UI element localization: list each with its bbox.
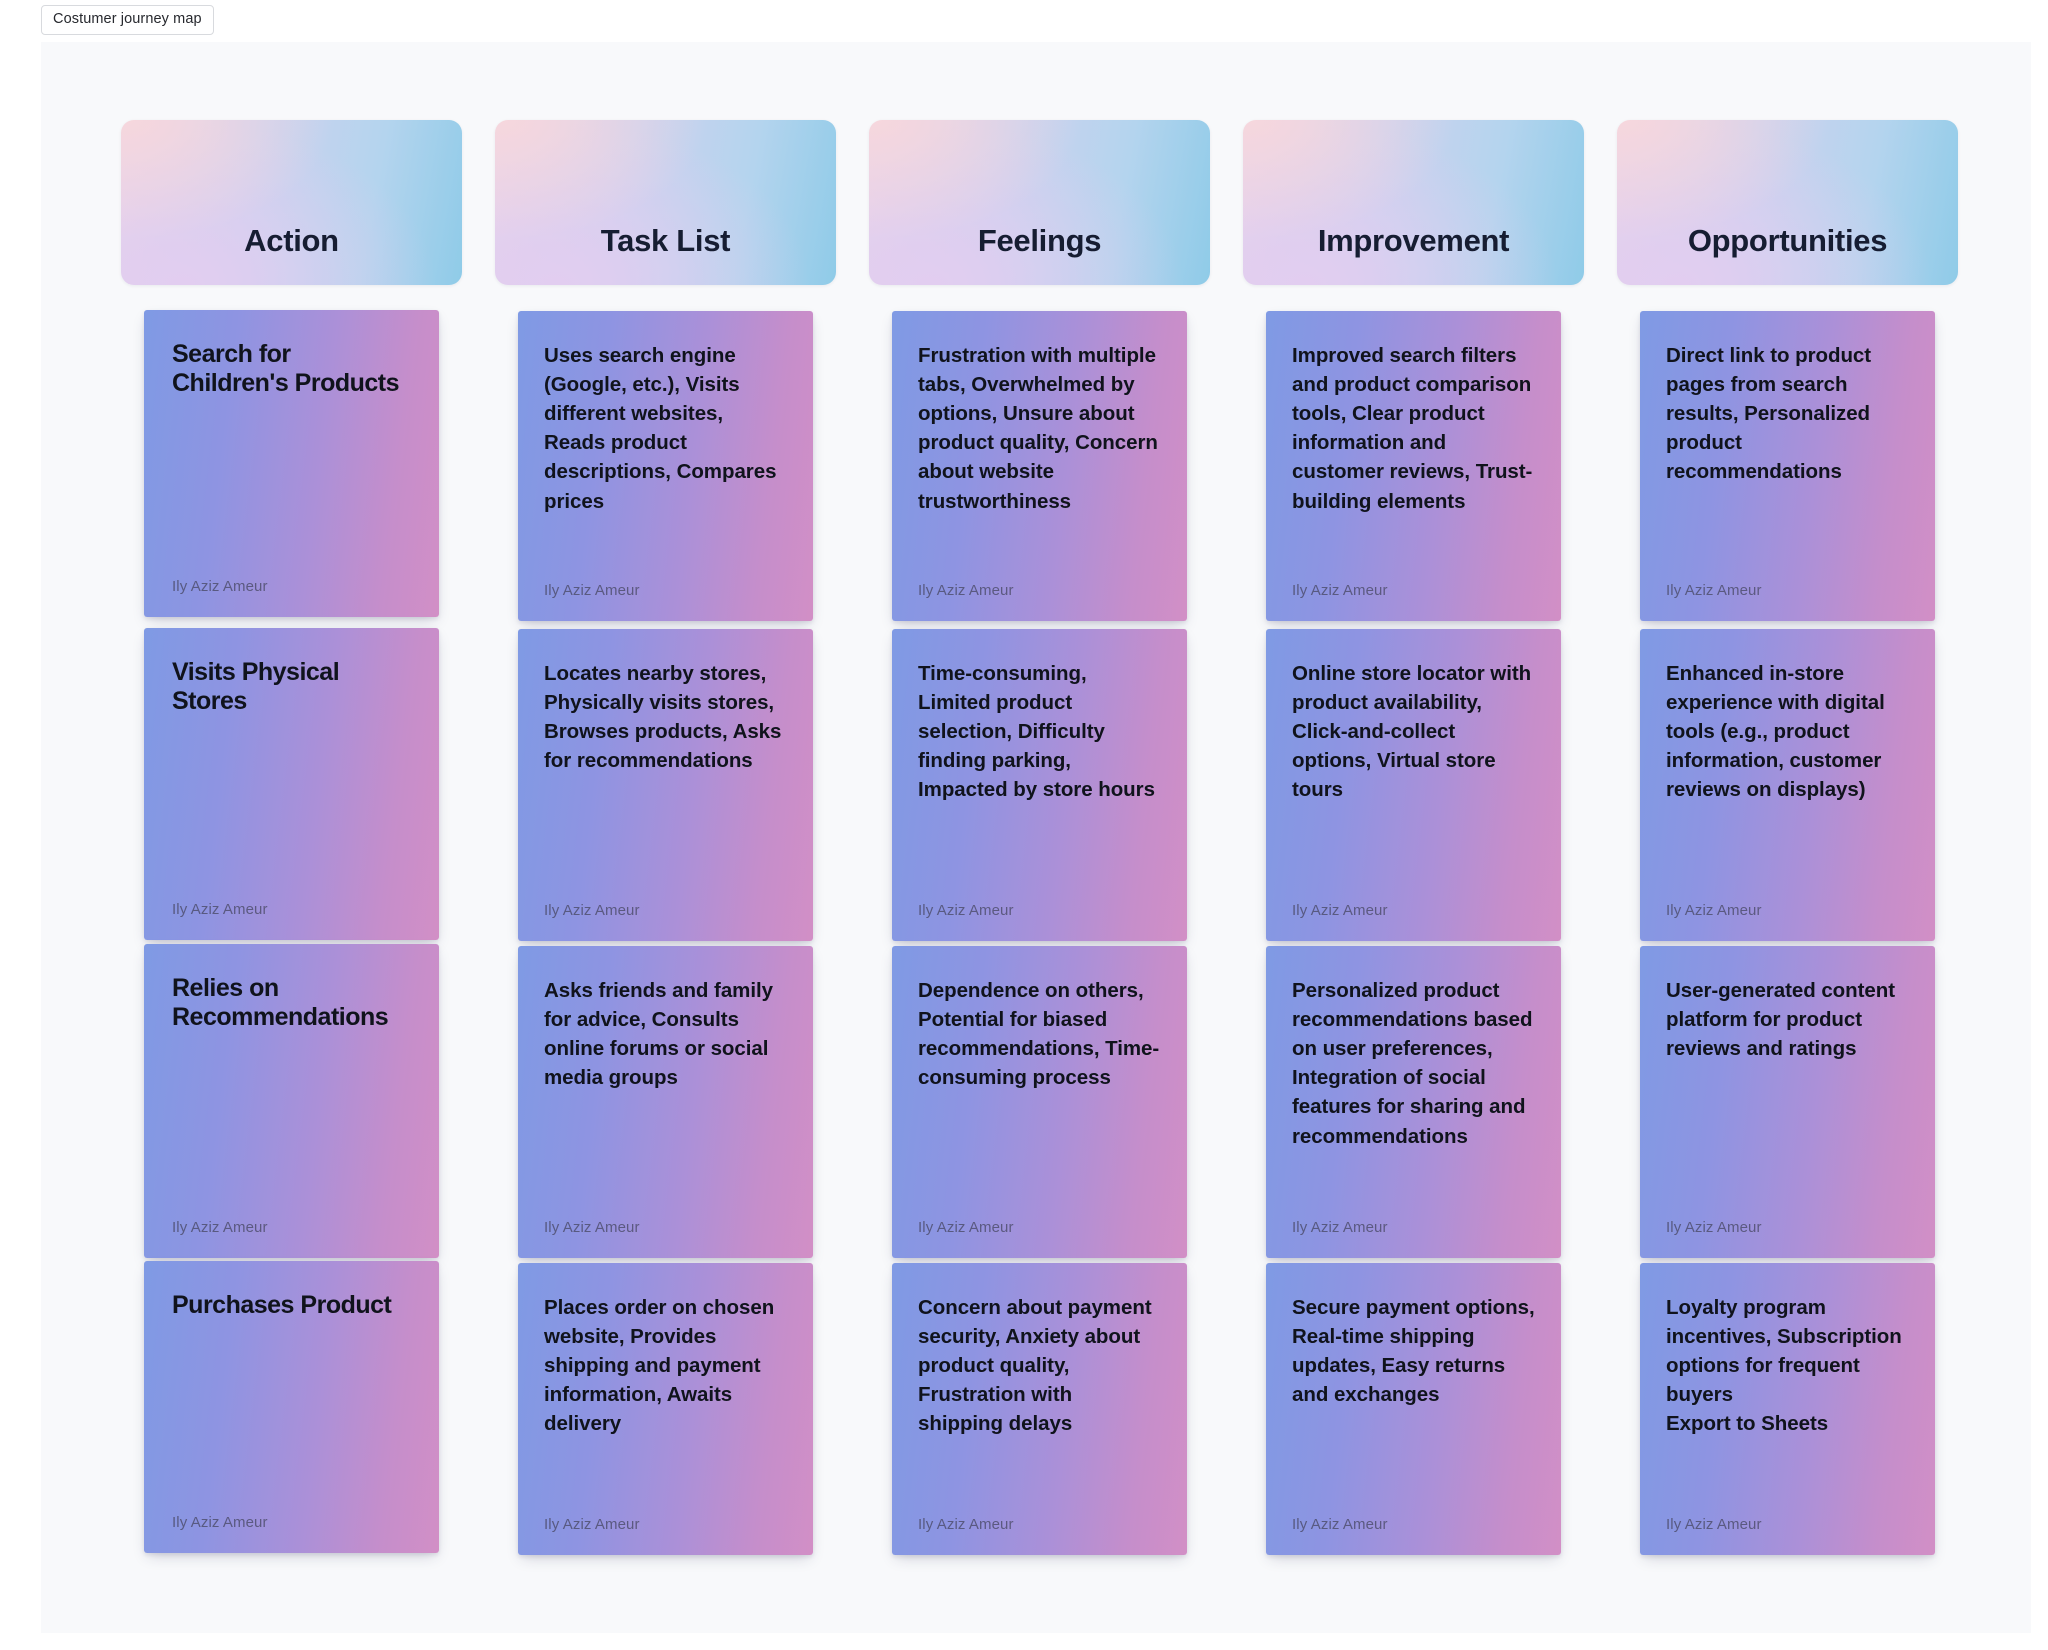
note-author: Ily Aziz Ameur — [918, 582, 1014, 599]
note-text: Concern about payment security, Anxiety … — [918, 1296, 1152, 1436]
note-author: Ily Aziz Ameur — [918, 1516, 1014, 1533]
note-card-opportunities-3[interactable]: User-generated content platform for prod… — [1640, 946, 1935, 1258]
note-text: Loyalty program incentives, Subscription… — [1666, 1296, 1902, 1436]
column-title: Opportunities — [1687, 223, 1888, 258]
column-header-opportunities[interactable]: Opportunities — [1617, 120, 1958, 285]
note-text: Improved search filters and product comp… — [1292, 344, 1533, 513]
note-card-feelings-4[interactable]: Concern about payment security, Anxiety … — [892, 1263, 1187, 1555]
note-author: Ily Aziz Ameur — [172, 578, 268, 595]
note-author: Ily Aziz Ameur — [544, 582, 640, 599]
note-author: Ily Aziz Ameur — [172, 1219, 268, 1236]
column-header-task-list[interactable]: Task List — [495, 120, 836, 285]
note-author: Ily Aziz Ameur — [544, 902, 640, 919]
note-author: Ily Aziz Ameur — [1292, 582, 1388, 599]
note-card-feelings-1[interactable]: Frustration with multiple tabs, Overwhel… — [892, 311, 1187, 621]
note-author: Ily Aziz Ameur — [1666, 1219, 1762, 1236]
journey-map-screen: Costumer journey map Action Task List Fe… — [0, 0, 2048, 1650]
note-author: Ily Aziz Ameur — [1292, 1219, 1388, 1236]
column-title: Action — [244, 223, 339, 258]
note-card-improvement-1[interactable]: Improved search filters and product comp… — [1266, 311, 1561, 621]
journey-board: Action Task List Feelings Improvement Op… — [121, 120, 1977, 1555]
column-header-improvement[interactable]: Improvement — [1243, 120, 1584, 285]
note-text: User-generated content platform for prod… — [1666, 979, 1896, 1061]
board-canvas[interactable]: Action Task List Feelings Improvement Op… — [41, 42, 2031, 1633]
note-author: Ily Aziz Ameur — [918, 902, 1014, 919]
note-author: Ily Aziz Ameur — [544, 1516, 640, 1533]
note-card-task-list-1[interactable]: Uses search engine (Google, etc.), Visit… — [518, 311, 813, 621]
note-author: Ily Aziz Ameur — [172, 1514, 268, 1531]
note-text: Online store locator with product availa… — [1292, 662, 1532, 802]
note-text: Purchases Product — [172, 1291, 392, 1319]
note-card-opportunities-1[interactable]: Direct link to product pages from search… — [1640, 311, 1935, 621]
note-text: Time-consuming, Limited product selectio… — [918, 662, 1155, 802]
note-text: Relies on Recommendations — [172, 974, 389, 1031]
note-text: Enhanced in-store experience with digita… — [1666, 662, 1885, 802]
note-text: Visits Physical Stores — [172, 658, 340, 715]
note-card-task-list-3[interactable]: Asks friends and family for advice, Cons… — [518, 946, 813, 1258]
column-title: Feelings — [977, 223, 1102, 258]
note-author: Ily Aziz Ameur — [544, 1219, 640, 1236]
note-card-feelings-3[interactable]: Dependence on others, Potential for bias… — [892, 946, 1187, 1258]
column-header-action[interactable]: Action — [121, 120, 462, 285]
note-card-feelings-2[interactable]: Time-consuming, Limited product selectio… — [892, 629, 1187, 941]
column-header-row: Action Task List Feelings Improvement Op… — [121, 120, 1977, 285]
note-author: Ily Aziz Ameur — [1292, 1516, 1388, 1533]
note-text: Places order on chosen website, Provides… — [544, 1296, 775, 1436]
note-author: Ily Aziz Ameur — [172, 901, 268, 918]
note-author: Ily Aziz Ameur — [1666, 582, 1762, 599]
note-card-improvement-4[interactable]: Secure payment options, Real-time shippi… — [1266, 1263, 1561, 1555]
note-text: Uses search engine (Google, etc.), Visit… — [544, 344, 777, 513]
note-card-action-1[interactable]: Search for Children's Products Ily Aziz … — [144, 310, 439, 617]
note-text: Secure payment options, Real-time shippi… — [1292, 1296, 1535, 1407]
column-title: Task List — [600, 223, 731, 258]
note-text: Asks friends and family for advice, Cons… — [544, 979, 773, 1090]
note-author: Ily Aziz Ameur — [1292, 902, 1388, 919]
document-title-chip[interactable]: Costumer journey map — [41, 5, 214, 35]
note-card-task-list-4[interactable]: Places order on chosen website, Provides… — [518, 1263, 813, 1555]
note-card-improvement-2[interactable]: Online store locator with product availa… — [1266, 629, 1561, 941]
top-bar: Costumer journey map — [0, 0, 2048, 42]
note-text: Locates nearby stores, Physically visits… — [544, 662, 782, 773]
note-card-action-2[interactable]: Visits Physical Stores Ily Aziz Ameur — [144, 628, 439, 940]
note-author: Ily Aziz Ameur — [1666, 1516, 1762, 1533]
note-card-improvement-3[interactable]: Personalized product recommendations bas… — [1266, 946, 1561, 1258]
note-text: Search for Children's Products — [172, 340, 400, 397]
note-text: Dependence on others, Potential for bias… — [918, 979, 1160, 1090]
note-card-action-3[interactable]: Relies on Recommendations Ily Aziz Ameur — [144, 944, 439, 1258]
note-card-action-4[interactable]: Purchases Product Ily Aziz Ameur — [144, 1261, 439, 1553]
column-header-feelings[interactable]: Feelings — [869, 120, 1210, 285]
column-title: Improvement — [1317, 223, 1510, 258]
note-author: Ily Aziz Ameur — [1666, 902, 1762, 919]
note-author: Ily Aziz Ameur — [918, 1219, 1014, 1236]
note-card-opportunities-4[interactable]: Loyalty program incentives, Subscription… — [1640, 1263, 1935, 1555]
note-card-task-list-2[interactable]: Locates nearby stores, Physically visits… — [518, 629, 813, 941]
note-text: Direct link to product pages from search… — [1666, 344, 1872, 484]
note-text: Personalized product recommendations bas… — [1292, 979, 1533, 1148]
note-text: Frustration with multiple tabs, Overwhel… — [918, 344, 1158, 513]
note-card-opportunities-2[interactable]: Enhanced in-store experience with digita… — [1640, 629, 1935, 941]
